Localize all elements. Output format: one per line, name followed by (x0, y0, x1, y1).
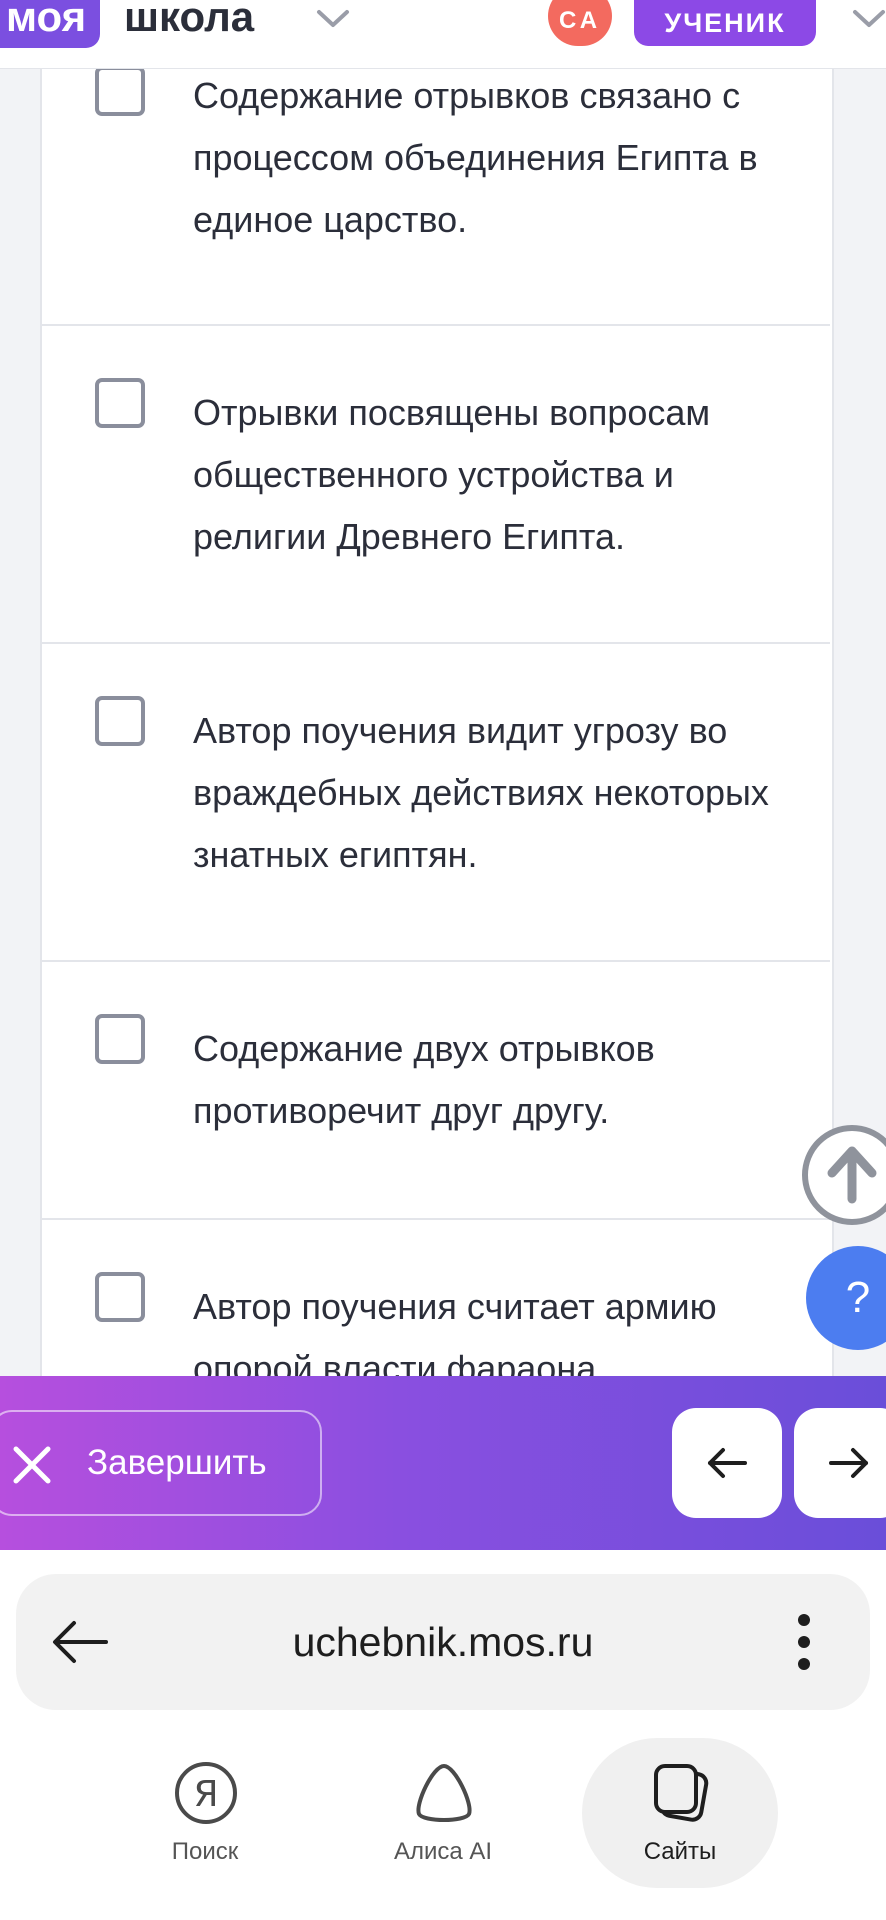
logo-moya[interactable]: моя (0, 0, 101, 48)
chevron-down-icon[interactable] (852, 8, 886, 30)
option-text: Отрывки посвящены вопросам общественного… (193, 392, 711, 557)
next-button[interactable] (794, 1408, 886, 1518)
tab-sites[interactable]: Сайты (582, 1738, 778, 1888)
answer-option[interactable]: Содержание отрывков связано с процессом … (40, 56, 830, 326)
scroll-top-button[interactable] (802, 1125, 886, 1225)
tab-label: Алиса AI (393, 1838, 493, 1865)
close-icon (13, 1446, 51, 1484)
browser-chrome: uchebnik.mos.ru Я Поиск Алиса AI Сайты (0, 1550, 886, 1920)
role-badge[interactable]: УЧЕНИК (634, 0, 816, 46)
sites-icon (654, 1764, 709, 1822)
url-bar[interactable]: uchebnik.mos.ru (16, 1574, 870, 1710)
answer-option[interactable]: Содержание двух отрывков противоречит др… (40, 962, 830, 1220)
more-menu-icon[interactable] (796, 1614, 812, 1674)
answer-option[interactable]: Отрывки посвящены вопросам общественного… (40, 326, 830, 644)
logo-shkola[interactable]: школа (124, 0, 254, 48)
arrow-right-icon (829, 1448, 868, 1478)
answer-option[interactable]: Автор поучения считает армию опорой влас… (40, 1220, 830, 1389)
tab-search[interactable]: Я Поиск (107, 1738, 303, 1888)
finish-label: Завершить (87, 1443, 267, 1482)
alice-icon (416, 1764, 472, 1822)
url-text[interactable]: uchebnik.mos.ru (16, 1574, 870, 1710)
top-header: моя школа СА УЧЕНИК (0, 0, 886, 69)
option-checkbox[interactable] (95, 1014, 145, 1064)
back-arrow-icon[interactable] (50, 1618, 110, 1666)
chevron-down-icon[interactable] (316, 8, 350, 30)
option-checkbox[interactable] (95, 1272, 145, 1322)
prev-button[interactable] (672, 1408, 782, 1518)
option-checkbox[interactable] (95, 378, 145, 428)
answer-option[interactable]: Автор поучения видит угрозу во враждебны… (40, 644, 830, 962)
option-text: Автор поучения видит угрозу во враждебны… (193, 710, 769, 875)
action-bar: Завершить (0, 1376, 886, 1550)
tab-alice[interactable]: Алиса AI (345, 1738, 541, 1888)
option-text: Содержание двух отрывков противоречит др… (193, 1028, 655, 1131)
arrow-left-icon (708, 1448, 747, 1478)
svg-text:Я: Я (193, 1774, 218, 1815)
arrow-up-icon (827, 1146, 877, 1204)
tab-label: Сайты (643, 1838, 717, 1865)
tab-label: Поиск (171, 1838, 239, 1865)
option-checkbox[interactable] (95, 66, 145, 116)
avatar[interactable]: СА (548, 0, 612, 46)
option-text: Содержание отрывков связано с процессом … (193, 75, 758, 240)
option-checkbox[interactable] (95, 696, 145, 746)
finish-button[interactable]: Завершить (0, 1410, 322, 1516)
yandex-search-icon: Я (175, 1762, 237, 1824)
